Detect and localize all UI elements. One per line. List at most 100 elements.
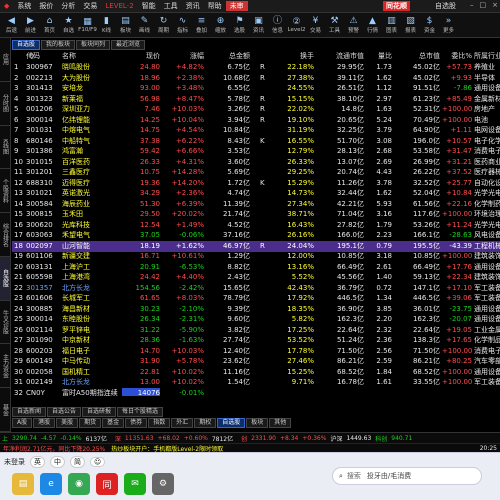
sheet-tab[interactable]: A股 [12, 418, 33, 428]
table-row[interactable]: 15 300815 玉禾田 29.50 +20.02% 21.74亿 38.71% 71.04… [12, 209, 500, 220]
toolbar-button[interactable]: ✎ 画线 [135, 14, 154, 37]
table-row[interactable]: 23 601606 长城军工 61.65 +8.03% 78.79亿 17.92% 446.5… [12, 293, 500, 304]
toolbar-button[interactable]: ★ 自选 [59, 14, 78, 37]
table-row[interactable]: 26 002114 罗平锌电 31.22 -5.90% 3.82亿 17.25% 22.64亿… [12, 325, 500, 336]
taskbar-search[interactable]: ⌕ 搜索 投牙由/毛消费 [332, 467, 482, 485]
table-row[interactable]: 25 300014 东睦股份 26.34 -2.31% 9.60亿 5.82% 162.3亿 2… [12, 314, 500, 325]
header-n[interactable] [14, 51, 26, 62]
toolbar-button[interactable]: ▶ 前进 [21, 14, 40, 37]
ime-item[interactable]: 简 [70, 456, 85, 468]
header-fmv[interactable]: 流通市值 [316, 51, 364, 62]
toolbar-button[interactable]: ↻ 周期 [154, 14, 173, 37]
sheet-tab[interactable]: 板块 [246, 418, 269, 428]
menu-item[interactable]: 智能 [138, 1, 160, 11]
table-row[interactable]: 28 600203 福日电子 14.70 +10.03% 12.40亿 17.78% 71.5… [12, 346, 500, 357]
toolbar-button[interactable]: ⊕ 缩放 [211, 14, 230, 37]
table-row[interactable]: 20 603131 上海沪工 20.91 -6.53% 8.82亿 13.16% 66.49亿… [12, 262, 500, 273]
toolbar-button[interactable]: ⌂ 首页 [40, 14, 59, 37]
table-row[interactable]: 27 301090 中京新材 28.36 -1.63% 27.74亿 53.52% 51.24… [12, 335, 500, 346]
bottom-tab[interactable]: 每日个股精选 [117, 407, 164, 417]
header-tag[interactable] [260, 51, 270, 62]
settings-icon[interactable]: ⚙ [28, 51, 36, 62]
table-row[interactable]: 11 301201 三鑫医疗 10.75 +14.28% 5.69亿 29.25% 20.74… [12, 167, 500, 178]
bottom-tab[interactable]: 自选研报 [82, 407, 117, 417]
table-row[interactable]: 24 300885 海昌新材 30.23 -2.10% 9.39亿 18.35% 36.90亿… [12, 304, 500, 315]
table-row[interactable]: 31 002149 北方长龙 13.00 +10.02% 1.54亿 9.71% 16.78亿… [12, 377, 500, 388]
toolbar-button[interactable]: ⚑ 选股 [230, 14, 249, 37]
ime-item[interactable]: ☺ [90, 457, 106, 467]
bottom-tab[interactable]: 自选新闻 [12, 407, 47, 417]
sidebar-tab[interactable]: 基金 [0, 388, 10, 433]
header-ind[interactable]: 所属行业 [474, 51, 500, 62]
toolbar-button[interactable]: ¥ 交易 [306, 14, 325, 37]
toolbar-button[interactable]: ∿ 指标 [173, 14, 192, 37]
table-row[interactable]: 1 300967 晓鸣股份 24.80 +4.82% 6.75亿 R 22.18% 29.95亿… [12, 62, 500, 73]
menu-item[interactable]: 系统 [13, 1, 35, 11]
toolbar-button[interactable]: ⚠ 预警 [344, 14, 363, 37]
edge-icon[interactable]: e [40, 473, 62, 495]
toolbar-button[interactable]: ⓘ 信息 [268, 14, 287, 37]
table-row[interactable]: 29 600149 中马传动 31.90 +5.78% 23.62亿 27.46% 86.21… [12, 356, 500, 367]
menu-item[interactable]: 交易 [79, 1, 101, 11]
table-row[interactable]: 19 601106 新疆交建 16.71 +10.61% 1.29亿 12.00% 10.85… [12, 251, 500, 262]
ime-item[interactable]: 中 [50, 456, 65, 468]
toolbar-button[interactable]: ▮ K线 [97, 14, 116, 37]
table-row[interactable]: 7 301031 中熔电气 14.75 +4.54% 10.84亿 31.19% 32.25亿… [12, 125, 500, 136]
table-row[interactable]: 4 301323 新莱福 56.98 +8.47% 5.78亿 R 15.15% 38.10亿 2… [12, 94, 500, 105]
table-row[interactable]: 14 300584 海辰药业 51.30 +6.39% 11.39亿 27.34% 42.21… [12, 199, 500, 210]
toolbar-button[interactable]: $ 资金 [420, 14, 439, 37]
menu-item[interactable]: 分析 [57, 1, 79, 11]
menu-item[interactable]: 资讯 [182, 1, 204, 11]
sheet-tab[interactable]: 债券 [125, 418, 148, 428]
header-name[interactable]: 名称 [62, 51, 122, 62]
table-row[interactable]: 3 301413 安培龙 93.00 +3.48% 6.55亿 24.55% 26.51亿 1.… [12, 83, 500, 94]
table-row[interactable]: 9 301386 鸿富瀚 59.42 +6.66% 3.53亿 12.79% 28.13亿 2.… [12, 146, 500, 157]
close-icon[interactable]: × [492, 1, 498, 9]
header-price[interactable]: 现价 [122, 51, 160, 62]
ime-item[interactable]: 未登录 [4, 457, 25, 467]
sidebar-tab[interactable]: K线图 [0, 126, 10, 170]
toolbar-button[interactable]: ◀ 后退 [2, 14, 21, 37]
menu-item[interactable]: 帮助 [204, 1, 226, 11]
toolbar-button[interactable]: ▤ 板块 [116, 14, 135, 37]
wechat-icon[interactable]: ✉ [124, 473, 146, 495]
tab-2[interactable]: 板块同列 [76, 40, 111, 50]
toolbar-button[interactable]: » 更多 [439, 14, 458, 37]
toolbar-button[interactable]: ≡ 叠加 [192, 14, 211, 37]
header-turn[interactable]: 换手 [274, 51, 314, 62]
sidebar-tab[interactable]: 牛叉诊股 [0, 301, 10, 345]
toolbar-button[interactable]: ▧ 报表 [401, 14, 420, 37]
header-mv[interactable]: 总市值 [394, 51, 440, 62]
ths-app-icon[interactable]: 同 [96, 473, 118, 495]
sheet-tab[interactable]: 自选股 [217, 418, 246, 428]
sheet-tab[interactable]: 基金 [102, 418, 125, 428]
sheet-tab[interactable]: 港股 [33, 418, 56, 428]
table-row[interactable]: 2 002213 大为股份 18.96 +2.38% 10.68亿 R 27.38% 39.11… [12, 73, 500, 84]
sheet-tab[interactable]: 期权 [194, 418, 217, 428]
sidebar-tab[interactable]: 自选股 [0, 256, 10, 301]
table-row[interactable]: 6 300014 亿纬锂能 14.25 +10.04% 3.94亿 R 19.10% 20.65… [12, 115, 500, 126]
table-row[interactable]: 16 300620 光库科技 12.54 +1.49% 4.52亿 16.43% 27.82亿… [12, 220, 500, 231]
settings-icon[interactable]: ⚙ [152, 473, 174, 495]
table-row[interactable]: 17 603063 禾望电气 37.05 -0.06% 37.16亿 26.16% 166.0… [12, 230, 500, 241]
tab-1[interactable]: 我的板块 [41, 40, 76, 50]
table-row[interactable]: 32 CN0Y 富时A50期指连续 14076 -0.01% [12, 387, 500, 396]
sidebar-tab[interactable]: 综合排名 [0, 213, 10, 257]
sidebar-tab[interactable]: 分时图 [0, 82, 10, 126]
table-row[interactable]: 5 001206 深圳亚力 7.46 +10.03% 3.26亿 R 22.02% 14.8亿 1… [12, 104, 500, 115]
sidebar-tab[interactable]: 应用 [0, 38, 10, 82]
toolbar-button[interactable]: ▦ F10/F9 [78, 14, 97, 37]
sheet-tab[interactable]: 其他 [269, 418, 292, 428]
table-row[interactable]: 10 301015 百洋医药 26.33 +4.31% 3.60亿 26.33% 13.07亿… [12, 157, 500, 168]
toolbar-button[interactable]: ⚒ 工具 [325, 14, 344, 37]
table-row[interactable]: 21 605598 上海港湾 24.42 +4.40% 2.43亿 5.52% 45.56亿 1… [12, 272, 500, 283]
sidebar-tab[interactable]: 主力资金 [0, 344, 10, 389]
toolbar-button[interactable]: ② Level2 [287, 14, 306, 37]
ime-item[interactable]: 英 [30, 456, 45, 468]
sheet-tab[interactable]: 美股 [56, 418, 79, 428]
bottom-tab[interactable]: 自选公告 [47, 407, 82, 417]
menu-item[interactable]: LEVEL-2 [101, 2, 137, 10]
sidebar-tab[interactable]: 个股资料 [0, 169, 10, 214]
table-row[interactable]: 13 301021 英诺激光 34.29 +2.36% 4.74亿 14.73% 32.44亿… [12, 188, 500, 199]
header-vr[interactable]: 量比 [366, 51, 392, 62]
